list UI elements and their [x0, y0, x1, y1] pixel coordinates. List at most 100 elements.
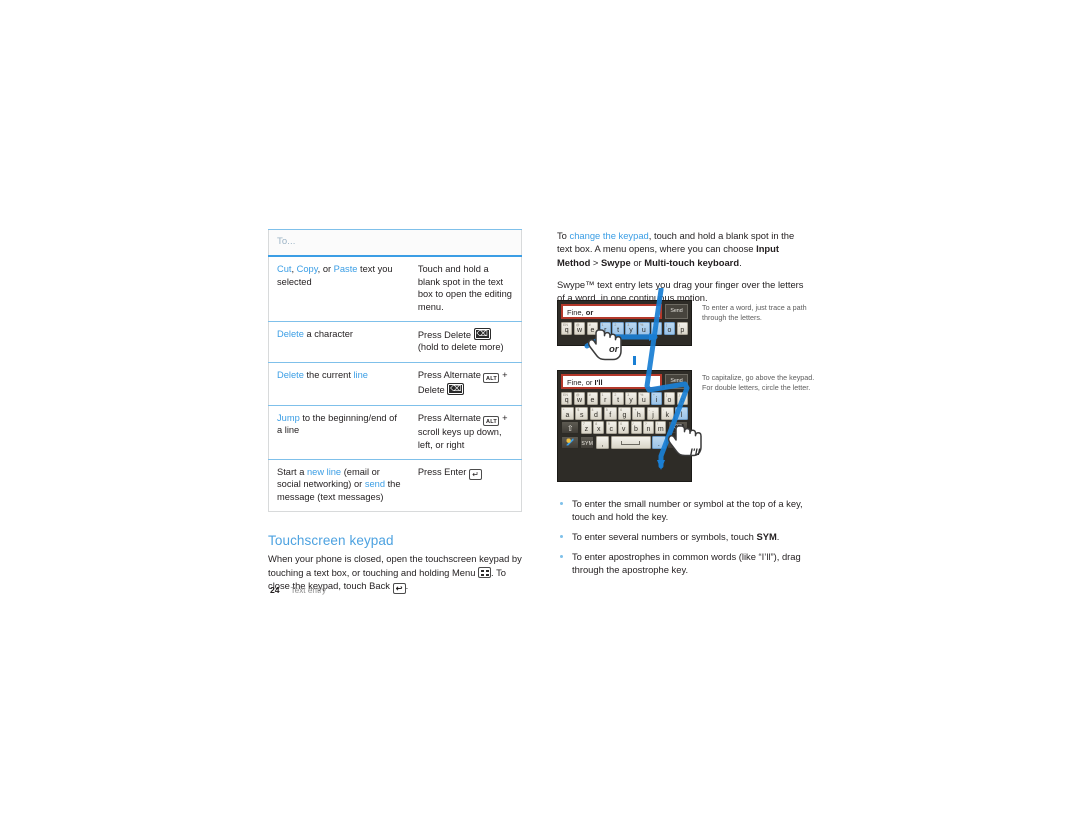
table-row: Cut, Copy, or Paste text you selected To… — [269, 256, 522, 321]
key-l[interactable]: ' l — [675, 406, 688, 420]
key-h[interactable]: + h — [632, 406, 646, 420]
table-cell-action: Jump to the beginning/end of a line — [268, 404, 410, 460]
key-q[interactable]: EN q — [561, 322, 573, 335]
key-superscript: 4 — [591, 407, 594, 412]
how-suffix: (hold to delete more) — [417, 342, 504, 353]
key-z[interactable]: 7z — [580, 421, 592, 435]
key-e[interactable]: # e — [586, 392, 599, 405]
key-w[interactable]: @ w — [573, 322, 586, 335]
table-cell-how: Press Delete (hold to delete more) — [409, 321, 522, 363]
key-superscript: $ — [577, 407, 580, 412]
figure1-keyboard: EN q @ w # e 1 r 2 t 3 y% u + i(o) p — [561, 322, 689, 335]
p1-period: . — [739, 256, 742, 268]
figure2-keyboard: EN q @ w # e 1 r 2 t 3 y% u + i(o) p * a $ s 4 d 5 f 6 g + h - j: k ' l… — [561, 392, 689, 449]
key-superscript: ) — [678, 323, 680, 327]
key-w[interactable]: @ w — [573, 392, 586, 405]
key-d[interactable]: 4d — [589, 406, 603, 420]
delete-key-icon — [473, 328, 491, 341]
key-n[interactable]: ? n — [642, 421, 654, 435]
key-superscript: ( — [665, 323, 667, 327]
figure2-send-button[interactable]: Send — [665, 374, 688, 389]
figure2-field-bold: I'll — [594, 378, 603, 387]
key-v[interactable]: 0v — [618, 421, 630, 435]
key-s[interactable]: $ s — [575, 406, 589, 420]
key-b[interactable]: / b — [630, 421, 642, 435]
key-superscript: 1 — [601, 323, 604, 327]
space-key[interactable] — [610, 435, 651, 449]
table-cell-action: Delete a character — [268, 321, 410, 363]
p1-swype: Swype — [601, 256, 631, 268]
emoticon-key[interactable]: :-) — [667, 435, 688, 449]
bullet-3-text: To enter apostrophes in common words (li… — [572, 551, 801, 575]
table-cell-how: Press Alternate ALT + Delete — [409, 361, 522, 406]
key-c[interactable]: 9c — [605, 421, 617, 435]
action-mid-3: the current — [303, 369, 354, 380]
list-item: To enter apostrophes in common words (li… — [557, 550, 815, 576]
key-i[interactable]: + i — [650, 322, 663, 335]
alt-key-icon: ALT — [483, 373, 500, 384]
key-o[interactable]: (o — [663, 322, 676, 335]
key-superscript: ( — [665, 393, 667, 397]
key-superscript: 0 — [620, 422, 623, 427]
sym-key[interactable]: SYM — [580, 435, 595, 449]
shortcuts-table: To... Cut, Copy, or Paste text you selec… — [268, 229, 522, 513]
language-key[interactable] — [561, 435, 579, 449]
p1-or: or — [630, 256, 645, 268]
key-g[interactable]: 6g — [618, 406, 631, 420]
key-u[interactable]: % u — [638, 322, 650, 335]
figure1-cursor-caret — [633, 356, 636, 365]
key-superscript: * — [563, 407, 565, 412]
figure2-key-row-4: SYM , . :-) — [561, 435, 688, 449]
key-m[interactable]: ! m — [655, 421, 667, 435]
key-superscript: ) — [678, 393, 680, 397]
delete-key[interactable] — [667, 421, 689, 435]
key-j[interactable]: -j — [646, 406, 660, 420]
table-row: Start a new line (email or social networ… — [268, 459, 522, 512]
key-y[interactable]: 3y — [625, 392, 637, 405]
bullet-1-text: To enter the small number or symbol at t… — [572, 498, 803, 522]
key-superscript: ? — [644, 422, 647, 427]
key-superscript: : — [662, 407, 664, 412]
figure1-text-field[interactable]: Fine, or — [561, 304, 662, 319]
key-f[interactable]: 5f — [603, 406, 617, 420]
shift-key[interactable] — [561, 421, 580, 436]
menu-key-icon — [478, 566, 492, 578]
key-k[interactable]: :k — [660, 406, 674, 420]
table-row: Delete the current line Press Alternate … — [268, 361, 522, 406]
key-x[interactable]: 8x — [593, 421, 605, 435]
key-superscript: % — [640, 393, 644, 397]
list-item: To enter the small number or symbol at t… — [557, 497, 815, 523]
key-i[interactable]: + i — [650, 392, 663, 405]
action-sep-2: , or — [317, 264, 334, 275]
table-cell-how: Press Alternate ALT + scroll keys up dow… — [409, 404, 522, 460]
key-r[interactable]: 1r — [599, 322, 611, 335]
action-keyword-delete: Delete — [277, 369, 304, 380]
how-text: Press Delete — [417, 330, 472, 341]
key-t[interactable]: 2t — [612, 322, 624, 335]
figure2-text-field[interactable]: Fine, or I'll — [561, 374, 662, 389]
comma-key[interactable]: , — [595, 435, 610, 449]
figure1-send-button[interactable]: Send — [665, 304, 688, 319]
key-y[interactable]: 3y — [625, 322, 637, 335]
footer-page-number: 24 — [270, 585, 280, 595]
p1-multitouch: Multi-touch keyboard — [644, 256, 740, 268]
how-text: Press Alternate — [417, 369, 481, 380]
key-p[interactable]: ) p — [676, 392, 689, 405]
period-key[interactable]: . — [651, 435, 666, 449]
key-p[interactable]: ) p — [676, 322, 689, 335]
how-text: Press Alternate — [417, 412, 481, 423]
key-q[interactable]: EN q — [561, 392, 573, 405]
bullet-2-lead: To enter several numbers or symbols, tou… — [572, 531, 757, 542]
table-cell-how: Touch and hold a blank spot in the text … — [417, 264, 512, 312]
key-u[interactable]: % u — [638, 392, 650, 405]
key-o[interactable]: (o — [663, 392, 676, 405]
figure2-field-plain: Fine, or — [567, 378, 595, 387]
key-t[interactable]: 2t — [612, 392, 624, 405]
key-a[interactable]: * a — [561, 406, 574, 420]
key-r[interactable]: 1r — [599, 392, 611, 405]
key-superscript: 2 — [614, 393, 617, 397]
key-e[interactable]: # e — [586, 322, 599, 335]
manual-page: To... Cut, Copy, or Paste text you selec… — [0, 0, 1080, 834]
tips-bullet-list: To enter the small number or symbol at t… — [557, 497, 815, 583]
change-keypad-paragraph: To change the keypad, touch and hold a b… — [557, 229, 809, 269]
